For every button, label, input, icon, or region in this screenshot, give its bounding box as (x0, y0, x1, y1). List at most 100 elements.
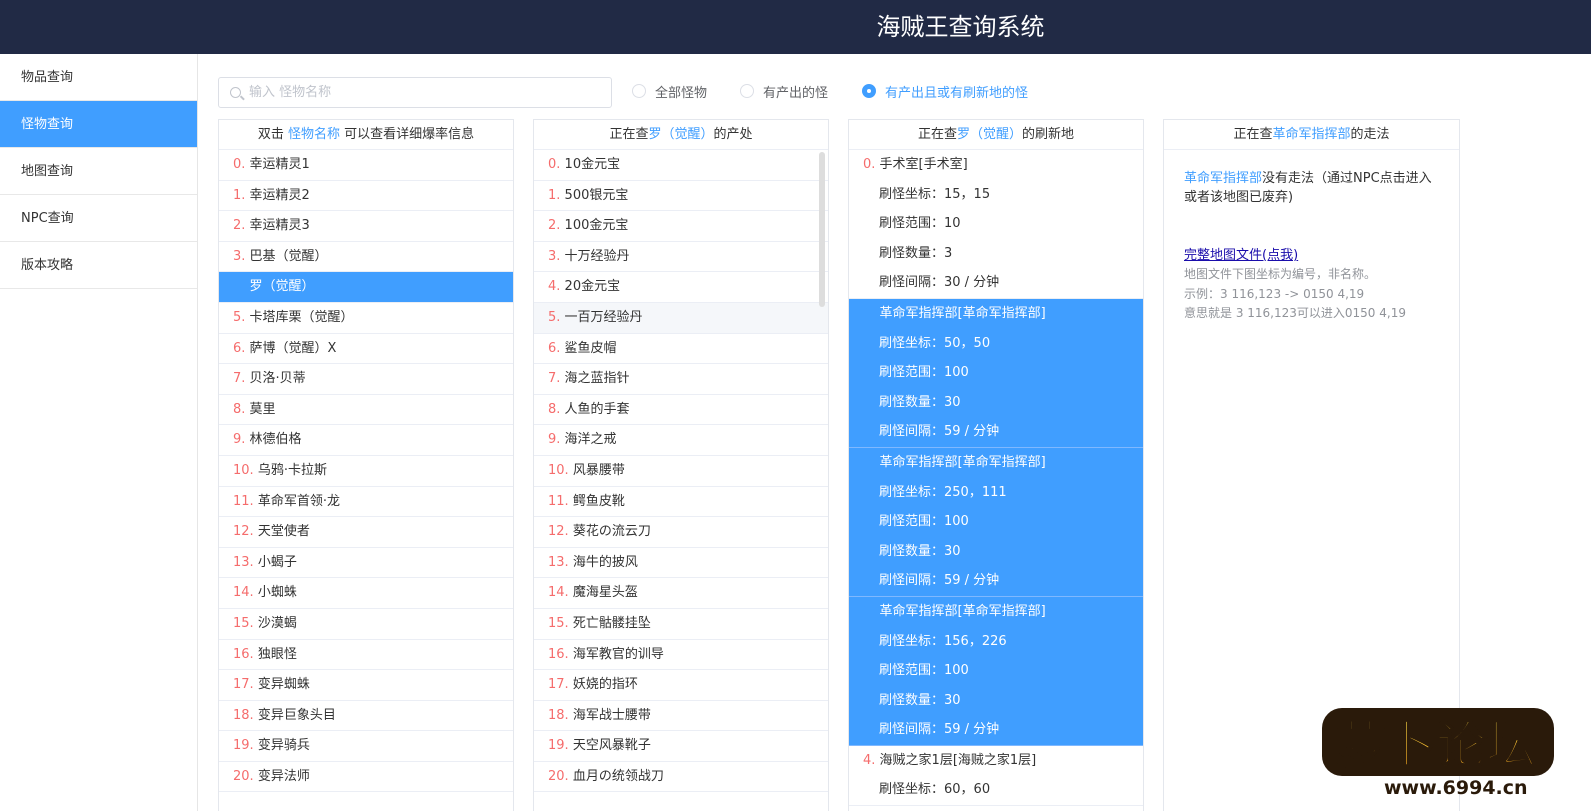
route-content: 革命军指挥部没有走法（通过NPC点击进入或者该地图已废弃) 完整地图文件(点我)… (1164, 150, 1459, 343)
sidebar-item-1[interactable]: 怪物查询 (0, 101, 197, 148)
list-item[interactable]: 8. 人鱼的手套 (534, 395, 828, 426)
item-index: 4. (863, 752, 876, 768)
list-item[interactable]: 11. 革命军首领·龙 (219, 487, 513, 518)
item-name: 海洋之戒 (564, 432, 617, 448)
list-item[interactable]: 6. 鲨鱼皮帽 (534, 334, 828, 365)
filter-radio-0[interactable]: 全部怪物 (632, 82, 707, 101)
list-item[interactable]: 2. 幸运精灵3 (219, 211, 513, 242)
item-index: 2. (863, 454, 876, 470)
list-item[interactable]: 13. 海牛的披风 (534, 548, 828, 579)
list-item[interactable]: 12. 葵花の流云刀 (534, 517, 828, 548)
list-item[interactable]: 4. 罗（觉醒） (219, 272, 513, 303)
list-item[interactable]: 12. 天堂使者 (219, 517, 513, 548)
list-item[interactable]: 5. 一百万经验丹 (534, 302, 828, 334)
sidebar-item-0[interactable]: 物品查询 (0, 54, 197, 101)
item-name: 贝洛·贝蒂 (249, 371, 306, 387)
list-item[interactable]: 19. 天空风暴靴子 (534, 731, 828, 762)
list-item[interactable]: 1. 500银元宝 (534, 181, 828, 212)
list-item[interactable]: 8. 莫里 (219, 395, 513, 426)
sidebar-item-4[interactable]: 版本攻略 (0, 242, 197, 289)
filter-radio-1[interactable]: 有产出的怪 (740, 82, 828, 101)
spawn-attribute: 刷怪数量：30 (879, 394, 961, 410)
list-item[interactable]: 16. 海军教官的训导 (534, 640, 828, 671)
item-name: 100金元宝 (564, 218, 629, 234)
sidebar-item-2[interactable]: 地图查询 (0, 148, 197, 195)
list-item[interactable]: 17. 妖娆的指环 (534, 670, 828, 701)
item-name: 妖娆的指环 (572, 677, 638, 693)
item-index: 7. (233, 371, 246, 387)
item-index: 6. (548, 340, 561, 356)
list-item[interactable]: 20. 变异法师 (219, 762, 513, 793)
list-item[interactable]: 18. 海军战士腰带 (534, 701, 828, 732)
list-item[interactable]: 11. 鳄鱼皮靴 (534, 487, 828, 518)
item-index: 17. (233, 677, 254, 693)
list-item[interactable]: 1. 幸运精灵2 (219, 181, 513, 212)
list-item[interactable]: 18. 变异巨象头目 (219, 701, 513, 732)
route-header: 正在查革命军指挥部的走法 (1164, 120, 1459, 150)
item-index: 4. (233, 279, 246, 295)
list-item[interactable]: 0. 10金元宝 (534, 150, 828, 181)
list-item[interactable]: 7. 贝洛·贝蒂 (219, 364, 513, 395)
item-name: 变异蜘蛛 (257, 677, 310, 693)
header-text: 双击 (257, 127, 288, 142)
list-item[interactable]: 3. 十万经验丹 (534, 242, 828, 273)
list-item[interactable]: 16. 独眼怪 (219, 640, 513, 671)
spawn-group[interactable]: 0. 手术室[手术室] 刷怪坐标：15，15 刷怪范围：10 刷怪数量：3 刷怪间隔：3… (849, 150, 1143, 299)
item-name: 葵花の流云刀 (572, 524, 651, 540)
list-item[interactable]: 15. 沙漠蝎 (219, 609, 513, 640)
item-name: 魔海星头盔 (572, 585, 638, 601)
sidebar: 物品查询 怪物查询 地图查询 NPC查询 版本攻略 (0, 54, 198, 811)
route-note: 意思就是 3 116,123可以进入0150 4,19 (1184, 306, 1406, 320)
sidebar-item-3[interactable]: NPC查询 (0, 195, 197, 242)
item-index: 12. (233, 524, 254, 540)
item-name: 血月の统领战刀 (572, 768, 664, 784)
list-item[interactable]: 13. 小蝎子 (219, 548, 513, 579)
spawn-attribute: 刷怪间隔：30 / 分钟 (879, 275, 1000, 291)
list-item[interactable]: 10. 乌鸦·卡拉斯 (219, 456, 513, 487)
watermark-logo-graphic: 萝卜论坛 www.6994.cn (1322, 708, 1554, 799)
list-item[interactable]: 15. 死亡骷髅挂坠 (534, 609, 828, 640)
spawn-group[interactable]: 2. 革命军指挥部[革命军指挥部] 刷怪坐标：250，111 刷怪范围：100 刷怪数… (849, 447, 1143, 597)
watermark-logo: 萝卜论坛 www.6994.cn (1322, 700, 1554, 799)
spawn-map-name: 手术室[手术室] (879, 157, 968, 172)
list-item[interactable]: 9. 林德伯格 (219, 425, 513, 456)
item-index: 14. (233, 585, 254, 601)
filter-radio-2[interactable]: 有产出且或有刷新地的怪 (862, 82, 1028, 101)
list-item[interactable]: 2. 100金元宝 (534, 211, 828, 242)
list-item[interactable]: 6. 萨博（觉醒）X (219, 334, 513, 365)
list-item[interactable]: 14. 魔海星头盔 (534, 578, 828, 609)
header-highlight: 罗（觉醒） (648, 127, 714, 142)
full-map-file-link[interactable]: 完整地图文件(点我) (1184, 248, 1298, 263)
list-item[interactable]: 19. 变异骑兵 (219, 731, 513, 762)
list-item[interactable]: 20. 血月の统领战刀 (534, 762, 828, 793)
search-input[interactable] (249, 78, 599, 107)
item-name: 幸运精灵1 (249, 157, 310, 172)
spawn-attribute: 刷怪数量：30 (879, 543, 961, 559)
item-index: 16. (233, 646, 254, 662)
list-item[interactable]: 4. 20金元宝 (534, 272, 828, 303)
spawn-attribute: 刷怪坐标：156，226 (879, 633, 1007, 649)
list-item[interactable]: 3. 巴基（觉醒） (219, 242, 513, 273)
item-name: 天堂使者 (257, 524, 310, 540)
spawn-group[interactable]: 1. 革命军指挥部[革命军指挥部] 刷怪坐标：50，50 刷怪范围：100 刷怪数量：… (849, 298, 1143, 448)
item-name: 海军教官的训导 (572, 646, 664, 662)
drops-scrollbar[interactable] (819, 152, 825, 307)
list-item[interactable]: 7. 海之蓝指针 (534, 364, 828, 395)
list-item[interactable]: 0. 幸运精灵1 (219, 150, 513, 181)
header-text: 正在查 (1233, 127, 1273, 142)
item-name: 海之蓝指针 (564, 371, 630, 387)
list-item[interactable]: 14. 小蜘蛛 (219, 578, 513, 609)
list-item[interactable]: 9. 海洋之戒 (534, 425, 828, 456)
list-item[interactable]: 10. 风暴腰带 (534, 456, 828, 487)
list-item[interactable]: 5. 卡塔库栗（觉醒） (219, 303, 513, 334)
search-box[interactable] (218, 77, 612, 108)
spawn-attribute: 刷怪坐标：60，60 (879, 782, 991, 798)
spawn-attribute: 刷怪坐标：15，15 (879, 186, 991, 202)
item-name: 萨博（觉醒）X (249, 340, 337, 356)
item-index: 1. (548, 187, 561, 203)
spawn-group[interactable]: 4. 海贼之家1层[海贼之家1层] 刷怪坐标：60，60 (849, 746, 1143, 807)
list-item[interactable]: 17. 变异蜘蛛 (219, 670, 513, 701)
spawn-group[interactable]: 3. 革命军指挥部[革命军指挥部] 刷怪坐标：156，226 刷怪范围：100 刷怪数… (849, 596, 1143, 746)
item-name: 林德伯格 (249, 432, 302, 448)
spawn-attribute: 刷怪范围：100 (879, 663, 969, 679)
